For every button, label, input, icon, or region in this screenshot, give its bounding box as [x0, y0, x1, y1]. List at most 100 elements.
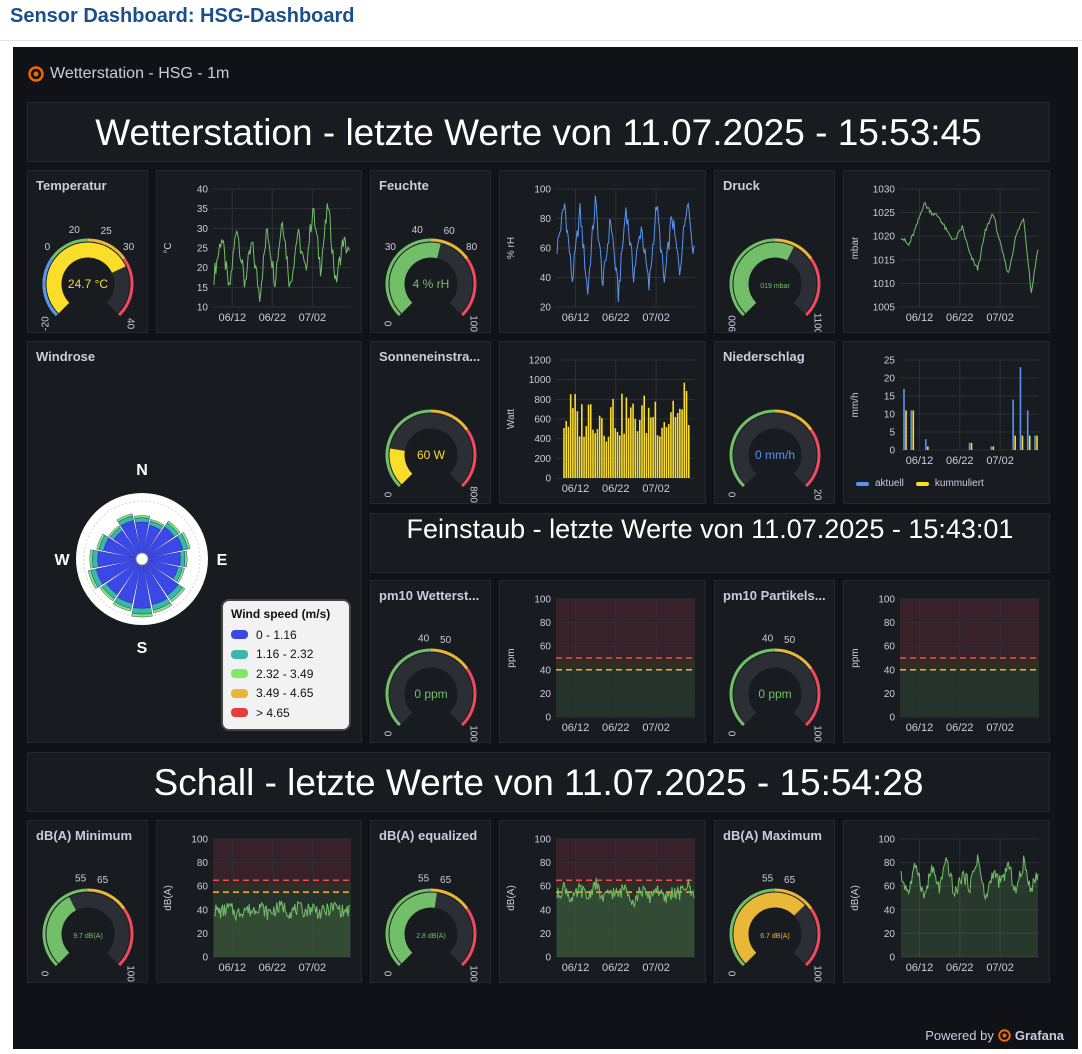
threshold-band-yellow — [556, 658, 695, 670]
windrose-direction-label: S — [137, 640, 148, 657]
chart-panel-db-eq[interactable]: dB(A) 0 20 40 60 80 100 06/12 06/22 07/02 — [499, 820, 706, 983]
gauge-db_max: 6.7 dB(A) 0 100 55 65 — [727, 874, 822, 982]
y-tick-label: 30 — [197, 224, 209, 235]
x-tick-label: 06/22 — [946, 962, 974, 974]
gauge-tick-label: 40 — [762, 634, 774, 645]
x-tick-label: 06/22 — [259, 312, 287, 324]
x-tick-label: 07/02 — [986, 312, 1014, 324]
windrose-legend-title: Wind speed (m/s) — [231, 607, 331, 621]
gauge-min-label: -20 — [40, 316, 51, 331]
chart-panel-db-max[interactable]: dB(A) 0 20 40 60 80 100 06/12 06/22 07/02 — [843, 820, 1050, 983]
gauge-panel-pm10-partikel[interactable]: pm10 Partikels... 0 ppm 0 100 40 50 — [714, 580, 835, 743]
windrose-direction-label: W — [54, 552, 70, 569]
y-tick-label: 80 — [540, 858, 552, 869]
gauge-pm10_partikel: 0 ppm 0 100 40 50 — [727, 634, 823, 742]
gauge-panel-druck[interactable]: Druck 019 mbar 900 1100 — [714, 170, 835, 333]
y-tick-label: 40 — [884, 665, 896, 676]
gauge-max-label: 100 — [812, 725, 823, 742]
chart-panel-sonne[interactable]: Watt 0 200 400 600 800 1000 1200 06/12 06/22 07/02 — [499, 341, 706, 504]
windrose-direction-label: E — [217, 552, 228, 569]
chart-panel-db-min[interactable]: dB(A) 0 20 40 60 80 100 06/12 06/22 07/02 — [156, 820, 362, 983]
section-sound-title: Schall - letzte Werte von 11.07.2025 - 1… — [153, 762, 924, 803]
chart-pm1: ppm 0 20 40 60 80 100 06/12 06/22 07/02 — [506, 595, 695, 734]
gauge-max-label: 100 — [468, 965, 479, 982]
y-tick-label: 100 — [534, 835, 551, 846]
gauge-tick-label: 65 — [784, 875, 796, 886]
gauge-value: 24.7 °C — [68, 277, 108, 291]
y-tick-label: 100 — [191, 835, 208, 846]
footer-brand[interactable]: Grafana — [1015, 1028, 1064, 1043]
gauge-tick-label: 55 — [75, 874, 87, 885]
y-axis-label: ppm — [850, 648, 861, 667]
gauge-panel-db-max[interactable]: dB(A) Maximum 6.7 dB(A) 0 100 55 65 — [714, 820, 835, 983]
gauge-panel-db-eq[interactable]: dB(A) equalized 2.8 dB(A) 0 100 55 65 — [370, 820, 491, 983]
gauge-value-arc — [389, 448, 413, 485]
gauge-sonne: 60 W 0 800 — [383, 409, 479, 503]
chart-panel-feuchte[interactable]: % rH 20 40 60 80 100 06/12 06/22 07/02 — [499, 170, 706, 333]
y-tick-label: 80 — [540, 214, 552, 225]
gauge-panel-sonne[interactable]: Sonneneinstra... 60 W 0 800 — [370, 341, 491, 504]
chart-panel-druck[interactable]: mbar 1005 1010 1015 1020 1025 1030 06/12 06/22 07… — [843, 170, 1050, 333]
x-tick-label: 06/12 — [906, 962, 934, 974]
y-tick-label: 35 — [197, 204, 209, 215]
gauge-value: 4 % rH — [413, 277, 450, 291]
chart-hum: % rH 20 40 60 80 100 06/12 06/22 07/02 — [506, 185, 695, 324]
windrose-legend-item[interactable]: > 4.65 — [231, 703, 341, 723]
y-axis-label: Watt — [506, 409, 517, 429]
y-tick-label: 25 — [884, 356, 896, 367]
y-tick-label: 15 — [197, 283, 209, 294]
gauge-value: 019 mbar — [760, 283, 790, 290]
gauge-tick-label: 50 — [440, 635, 452, 646]
windrose-panel[interactable]: Windrose N E S W Wind speed (m/s) 0 - 1.16 … — [27, 341, 362, 743]
chart-panel-pm10-wetter[interactable]: ppm 0 20 40 60 80 100 06/12 06/22 07/02 — [499, 580, 706, 743]
y-axis-label: dB(A) — [163, 885, 174, 911]
x-tick-label: 06/22 — [946, 722, 974, 734]
gauge-tick-label: 20 — [69, 225, 81, 236]
windrose-legend-item[interactable]: 0 - 1.16 — [231, 625, 341, 645]
x-tick-label: 06/22 — [946, 312, 974, 324]
y-tick-label: 40 — [540, 273, 552, 284]
windrose-legend-item[interactable]: 1.16 - 2.32 — [231, 645, 341, 665]
y-tick-label: 60 — [197, 882, 209, 893]
chart-panel-temperatur[interactable]: °C 10 15 20 25 30 35 40 06/12 06/22 07/02 — [156, 170, 362, 333]
gauge-tick-label: 25 — [101, 226, 113, 237]
gauge-max-label: 1100 — [812, 313, 823, 333]
gauge-min-label: 900 — [727, 315, 738, 332]
y-tick-label: 80 — [884, 858, 896, 869]
chart-panel-pm10-partikel[interactable]: ppm 0 20 40 60 80 100 06/12 06/22 07/02 — [843, 580, 1050, 743]
y-tick-label: 20 — [884, 689, 896, 700]
y-tick-label: 20 — [884, 929, 896, 940]
gauge-panel-temperatur[interactable]: Temperatur 24.7 °C -20 40 0 20 25 30 — [27, 170, 148, 333]
dashboard-name[interactable]: Wetterstation - HSG - 1m — [50, 65, 229, 83]
gauge-panel-niederschlag[interactable]: Niederschlag 0 mm/h 0 20 — [714, 341, 835, 504]
gauge-panel-db-min[interactable]: dB(A) Minimum 9.7 dB(A) 0 100 55 65 — [27, 820, 148, 983]
windrose-chart[interactable]: N E S W — [42, 457, 242, 657]
x-tick-label: 06/12 — [906, 722, 934, 734]
gauge-value-arc — [733, 242, 794, 314]
x-tick-label: 07/02 — [299, 962, 327, 974]
legend-swatch-1 — [231, 630, 248, 640]
chart-panel-niederschlag[interactable]: aktuell kummuliert mm/h 0 5 10 15 20 25 06/12 06… — [843, 341, 1050, 504]
y-tick-label: 20 — [197, 929, 209, 940]
windrose-sector — [131, 607, 153, 615]
gauge-panel-feuchte[interactable]: Feuchte 4 % rH 0 100 30 40 60 80 — [370, 170, 491, 333]
y-tick-label: 1025 — [873, 208, 896, 219]
gauge-tick-label: 40 — [412, 225, 424, 236]
gauge-value-arc — [46, 897, 77, 964]
legend-swatch-5 — [231, 708, 248, 718]
windrose-legend-item[interactable]: 2.32 - 3.49 — [231, 664, 341, 684]
x-tick-label: 07/02 — [986, 962, 1014, 974]
windrose-legend-item[interactable]: 3.49 - 4.65 — [231, 684, 341, 704]
footer-prefix: Powered by — [925, 1028, 994, 1043]
chart-temp: °C 10 15 20 25 30 35 40 06/12 06/22 07/02 — [163, 185, 351, 324]
gauge-max-label: 100 — [468, 315, 479, 332]
y-tick-label: 0 — [889, 713, 895, 724]
x-tick-label: 06/22 — [602, 962, 630, 974]
gauge-tick-label: 55 — [418, 874, 430, 885]
gauge-panel-pm10-wetter[interactable]: pm10 Wetterst... 0 ppm 0 100 40 50 — [370, 580, 491, 743]
gauge-min-label: 0 — [383, 970, 394, 976]
y-tick-label: 10 — [884, 410, 896, 421]
x-tick-label: 07/02 — [642, 962, 670, 974]
y-tick-label: 25 — [197, 244, 209, 255]
gauge-min-label: 0 — [727, 730, 738, 736]
